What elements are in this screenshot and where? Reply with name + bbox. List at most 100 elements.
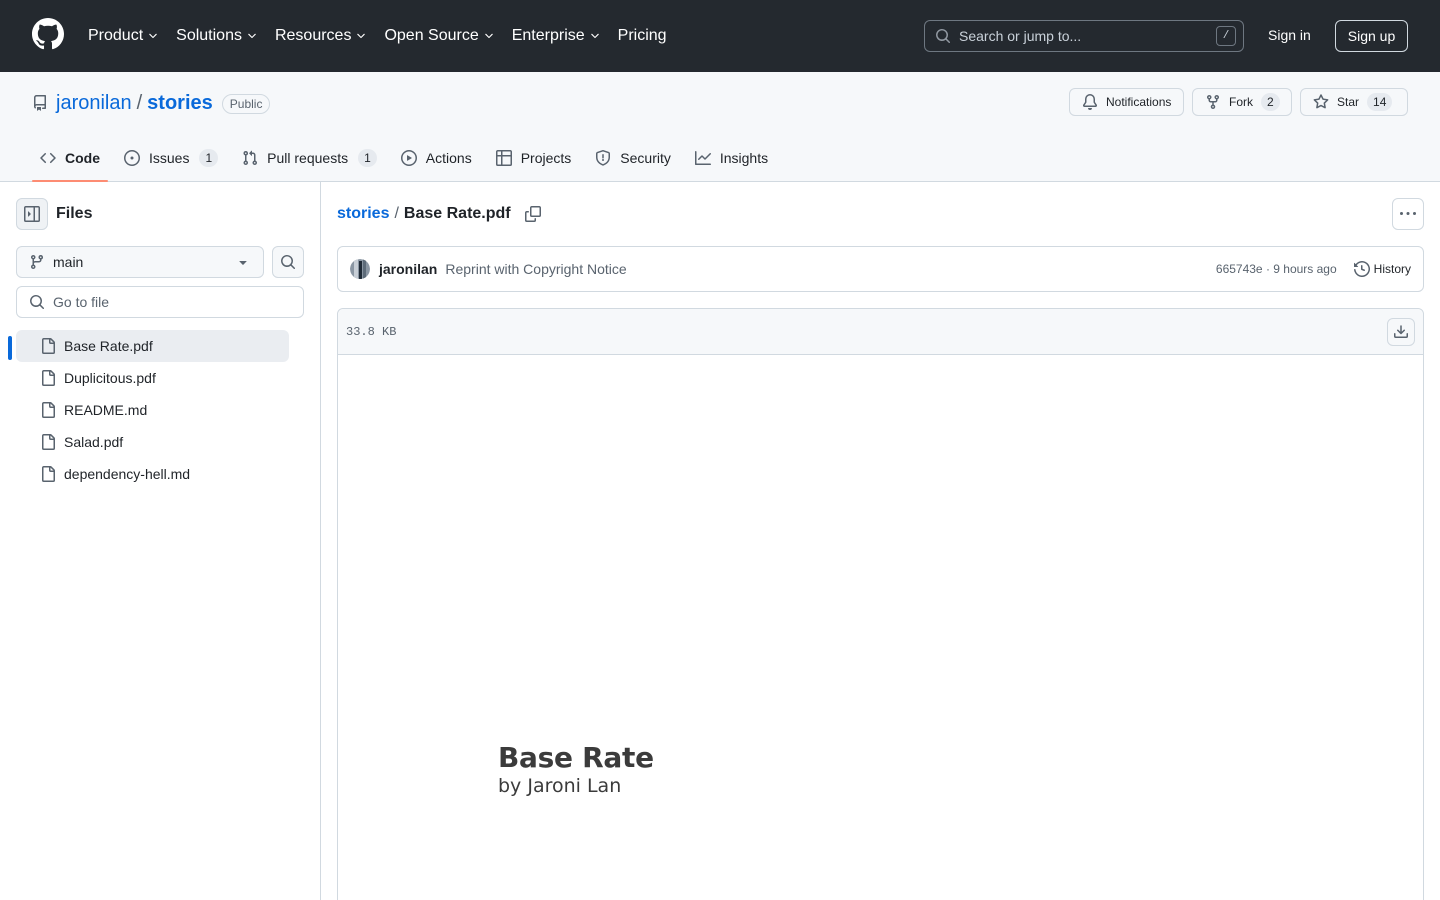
sign-in-link[interactable]: Sign in <box>1268 27 1311 43</box>
breadcrumb-repo-link[interactable]: stories <box>337 205 389 223</box>
nav-label: Product <box>88 27 144 44</box>
issue-icon <box>124 150 140 166</box>
file-name: Base Rate.pdf <box>64 338 153 354</box>
download-icon <box>1393 324 1409 340</box>
branch-icon <box>29 254 45 270</box>
star-label: Star <box>1337 95 1360 109</box>
pull-requests-count: 1 <box>358 149 377 167</box>
file-icon <box>40 402 56 418</box>
nav-resources[interactable]: Resources <box>275 27 367 45</box>
file-icon <box>40 370 56 386</box>
file-content-box: 33.8 KB Base Rate by Jaroni Lan <box>337 308 1424 900</box>
file-name: dependency-hell.md <box>64 466 191 482</box>
chevron-down-icon <box>246 30 258 42</box>
file-icon <box>40 466 56 482</box>
more-options-button[interactable] <box>1392 198 1424 230</box>
go-to-file-input[interactable] <box>53 294 291 310</box>
repo-breadcrumb: jaronilan / stories Public <box>56 92 271 115</box>
star-count: 14 <box>1367 93 1393 111</box>
file-icon <box>40 338 56 354</box>
repo-icon <box>32 95 48 111</box>
pdf-title: Base Rate <box>498 741 654 774</box>
pdf-preview[interactable]: Base Rate by Jaroni Lan <box>338 355 1423 900</box>
file-content-header: 33.8 KB <box>338 309 1423 355</box>
avatar[interactable] <box>350 259 370 279</box>
bell-icon <box>1082 94 1098 110</box>
tab-issues[interactable]: Issues 1 <box>116 134 226 182</box>
repo-name-link[interactable]: stories <box>147 92 213 115</box>
tab-label: Pull requests <box>267 150 349 166</box>
fork-button[interactable]: Fork 2 <box>1192 88 1292 116</box>
repo-owner-link[interactable]: jaronilan <box>56 92 132 115</box>
file-tree-item[interactable]: dependency-hell.md <box>0 458 320 490</box>
download-button[interactable] <box>1387 317 1415 346</box>
global-header: Product Solutions Resources Open Source … <box>0 0 1440 72</box>
fork-icon <box>1205 94 1221 110</box>
history-icon <box>1353 261 1370 277</box>
sign-up-button[interactable]: Sign up <box>1335 20 1408 52</box>
repo-tab-bar: Code Issues 1 Pull requests 1 Actions Pr… <box>32 134 784 182</box>
nav-label: Solutions <box>176 27 242 44</box>
commit-sha-time[interactable]: 665743e · 9 hours ago <box>1216 262 1337 276</box>
commit-author[interactable]: jaronilan <box>379 261 437 277</box>
collapse-sidebar-button[interactable] <box>16 198 48 230</box>
file-tree: Base Rate.pdf Duplicitous.pdf README.md … <box>0 330 320 490</box>
search-icon <box>935 28 951 44</box>
tab-label: Insights <box>719 150 769 166</box>
nav-pricing[interactable]: Pricing <box>618 27 667 45</box>
chevron-down-icon <box>355 30 367 42</box>
tab-label: Security <box>620 150 671 166</box>
nav-product[interactable]: Product <box>88 27 159 45</box>
tab-pull-requests[interactable]: Pull requests 1 <box>234 134 385 182</box>
chevron-down-icon <box>589 30 601 42</box>
code-icon <box>40 150 56 166</box>
file-tree-item[interactable]: Salad.pdf <box>0 426 320 458</box>
search-icon <box>29 294 45 310</box>
file-tree-item[interactable]: README.md <box>0 394 320 426</box>
sidebar-collapse-icon <box>24 206 40 222</box>
commit-message[interactable]: Reprint with Copyright Notice <box>445 261 1216 277</box>
tab-security[interactable]: Security <box>587 134 679 182</box>
file-tree-item[interactable]: Base Rate.pdf <box>0 330 320 362</box>
search-placeholder: Search or jump to... <box>959 28 1082 44</box>
chevron-down-icon <box>147 30 159 42</box>
fork-count: 2 <box>1261 93 1280 111</box>
play-icon <box>400 150 417 166</box>
search-icon <box>280 254 296 270</box>
tab-projects[interactable]: Projects <box>488 134 580 182</box>
copy-path-icon[interactable] <box>524 206 541 222</box>
path-separator: / <box>394 205 399 222</box>
keyboard-shortcut-hint: / <box>1216 26 1236 46</box>
current-file-name: Base Rate.pdf <box>403 205 511 222</box>
nav-label: Pricing <box>617 27 667 44</box>
tab-code[interactable]: Code <box>32 134 108 182</box>
notifications-button[interactable]: Notifications <box>1069 88 1184 116</box>
latest-commit-bar: jaronilan Reprint with Copyright Notice … <box>337 246 1424 292</box>
file-tree-item[interactable]: Duplicitous.pdf <box>0 362 320 394</box>
nav-label: Resources <box>274 27 352 44</box>
history-button[interactable]: History <box>1353 261 1411 277</box>
global-nav: Product Solutions Resources Open Source … <box>88 0 684 72</box>
history-label: History <box>1373 262 1411 276</box>
tab-insights[interactable]: Insights <box>687 134 776 182</box>
branch-selector[interactable]: main <box>16 246 264 278</box>
path-separator: / <box>136 92 143 114</box>
pull-request-icon <box>242 150 258 166</box>
nav-solutions[interactable]: Solutions <box>176 27 258 45</box>
global-search-input[interactable]: Search or jump to... / <box>924 20 1244 52</box>
file-name: Duplicitous.pdf <box>64 370 156 386</box>
tab-actions[interactable]: Actions <box>393 134 480 182</box>
sidebar-title: Files <box>56 205 93 222</box>
file-name: README.md <box>64 402 148 418</box>
file-icon <box>40 434 56 450</box>
triangle-down-icon <box>235 254 251 270</box>
search-files-button[interactable] <box>272 246 304 278</box>
go-to-file-field[interactable] <box>16 286 304 318</box>
github-logo-icon[interactable] <box>32 18 64 50</box>
tab-label: Actions <box>425 150 472 166</box>
file-tree-sidebar: Files main Base Rate.pdf Duplicitous.pdf… <box>0 182 321 900</box>
nav-enterprise[interactable]: Enterprise <box>512 27 601 45</box>
nav-open-source[interactable]: Open Source <box>384 27 494 45</box>
star-button[interactable]: Star 14 <box>1300 88 1408 116</box>
star-icon <box>1313 94 1329 110</box>
